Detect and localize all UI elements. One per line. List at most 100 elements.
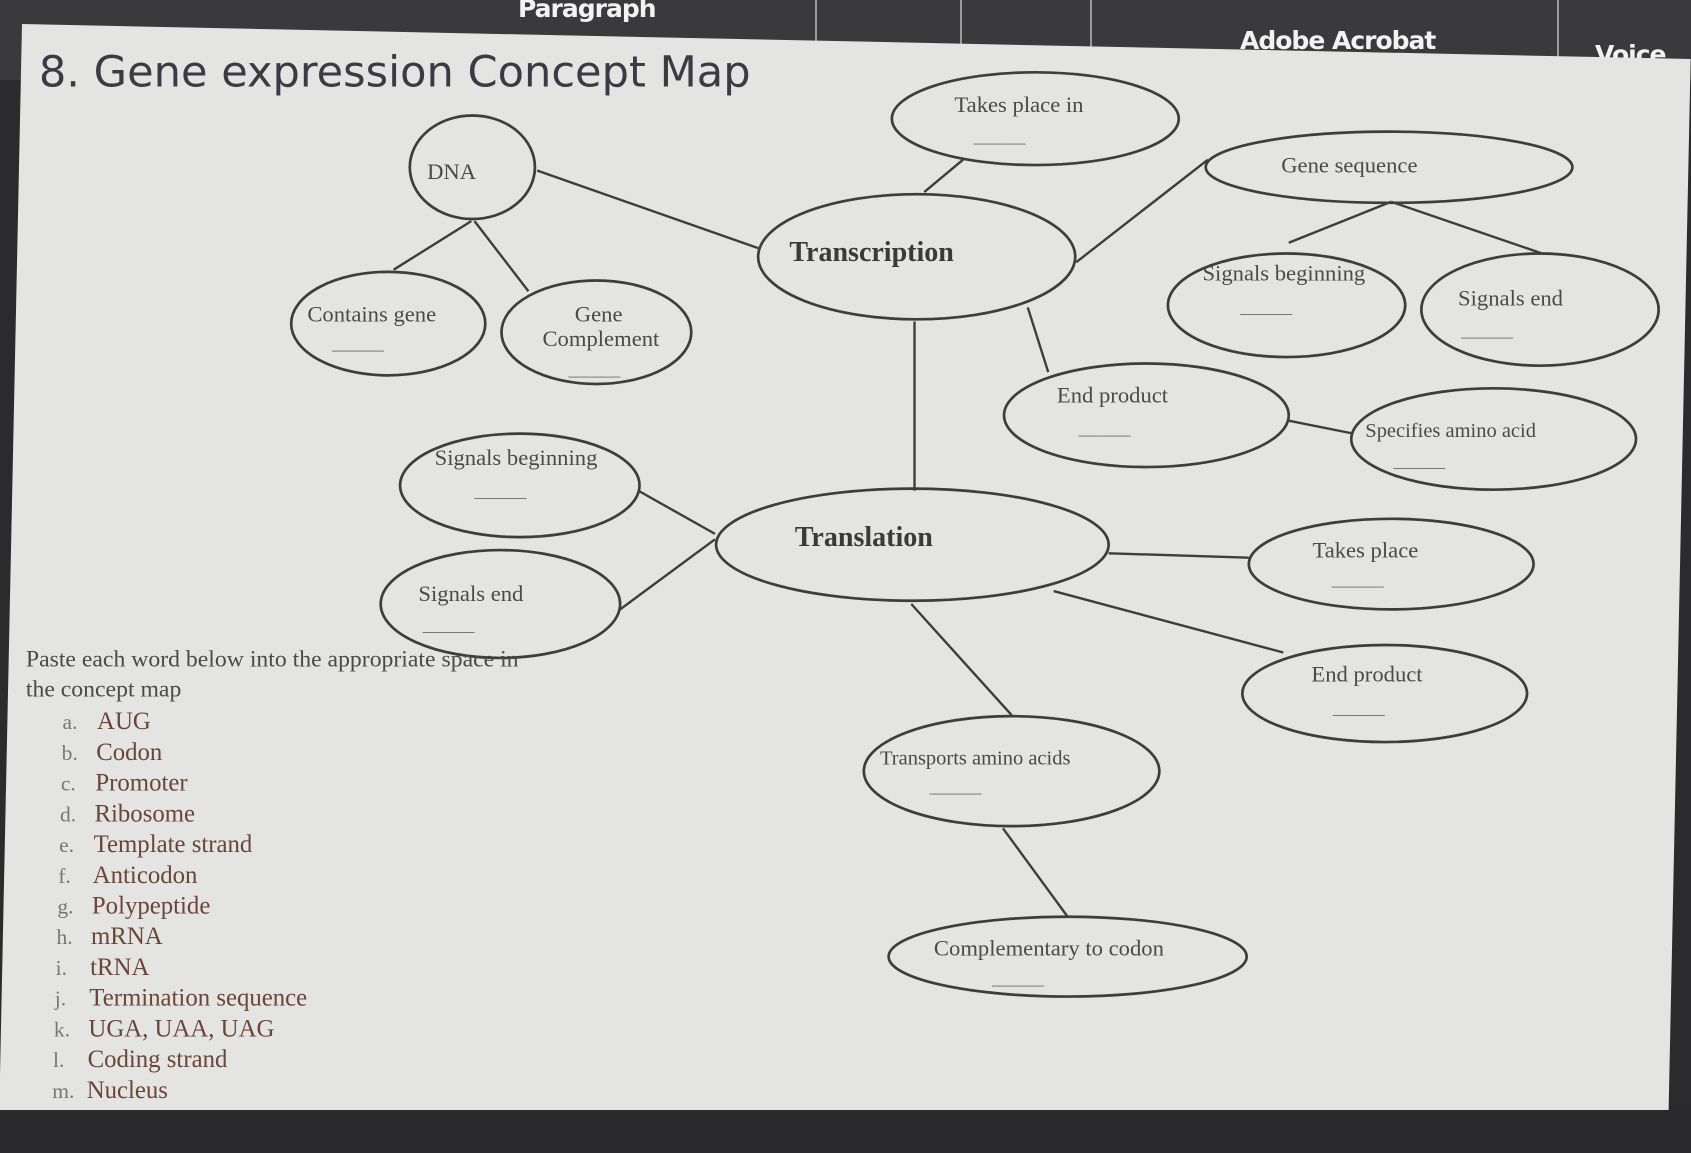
node-transports-amino-acids[interactable]: Transports amino acids ______ (862, 714, 1161, 828)
answer-blank[interactable]: ______ (991, 970, 1044, 989)
word-letter: e. (59, 833, 74, 857)
answer-blank[interactable]: ______ (1077, 420, 1130, 439)
edge-dna-contains-gene (393, 220, 472, 271)
word-letter: k. (54, 1017, 70, 1041)
node-label: Signals end (1458, 285, 1564, 310)
word-text: UGA, UAA, UAG (88, 1015, 274, 1042)
word-letter: f. (58, 864, 71, 888)
node-contains-gene[interactable]: Contains gene ______ (289, 270, 487, 377)
word-letter: a. (63, 710, 78, 734)
word-letter: c. (61, 772, 76, 796)
node-label: Signals beginning (1202, 260, 1365, 285)
word-text: Codon (96, 739, 163, 766)
word-list-item[interactable]: h. mRNA (57, 923, 163, 950)
node-label: Gene (575, 301, 623, 326)
node-label: Transcription (789, 237, 954, 268)
answer-blank[interactable]: ______ (1332, 699, 1385, 718)
edge-translation-takes-place (1108, 552, 1249, 559)
word-letter: i. (56, 956, 67, 980)
word-list-item[interactable]: b. Codon (62, 739, 163, 766)
answer-blank[interactable]: ______ (567, 360, 620, 379)
node-label: Contains gene (307, 301, 436, 326)
answer-blank[interactable]: ______ (1392, 452, 1445, 471)
node-takes-place-in[interactable]: Takes place in ______ (890, 70, 1181, 167)
node-label: DNA (427, 159, 477, 184)
word-list: a. AUG b. Codon c. Promoter d. Ribosome e. Templa… (52, 708, 307, 1104)
answer-blank[interactable]: ______ (422, 616, 475, 635)
word-text: Anticodon (93, 862, 198, 889)
word-list-item[interactable]: i. tRNA (56, 954, 150, 981)
word-text: mRNA (91, 923, 163, 950)
word-text: Ribosome (94, 800, 195, 827)
node-end-product-top[interactable]: End product ______ (1002, 362, 1291, 469)
answer-blank[interactable]: ______ (1331, 571, 1384, 590)
word-text: Nucleus (87, 1077, 168, 1104)
node-label: Takes place in (954, 92, 1083, 117)
node-signals-beginning-left[interactable]: Signals beginning ______ (398, 432, 641, 539)
word-text: Promoter (95, 770, 188, 797)
edge-transcription-end-product (1026, 307, 1050, 373)
word-text: tRNA (90, 954, 149, 981)
node-gene-complement[interactable]: Gene Complement ______ (500, 279, 693, 386)
answer-blank[interactable]: ______ (474, 482, 527, 501)
node-label: Complement (542, 326, 660, 351)
node-label: Signals beginning (435, 445, 598, 470)
answer-blank[interactable]: ______ (973, 127, 1026, 146)
answer-blank[interactable]: ______ (1460, 322, 1513, 341)
node-label: Gene sequence (1281, 153, 1417, 178)
word-text: Coding strand (88, 1046, 228, 1073)
edge-translation-transports (910, 603, 1013, 716)
word-text: Template strand (94, 831, 253, 858)
node-label: Translation (795, 522, 933, 553)
node-signals-beginning-top[interactable]: Signals beginning ______ (1166, 252, 1407, 359)
page-title: 8. Gene expression Concept Map (39, 47, 751, 97)
edge-gene-sequence-signals-beginning (1288, 200, 1392, 244)
edge-dna-gene-complement (473, 220, 530, 292)
node-label: End product (1057, 382, 1169, 407)
word-list-item[interactable]: g. Polypeptide (57, 893, 210, 920)
node-dna: DNA (408, 114, 537, 221)
word-list-item[interactable]: a. AUG (63, 708, 151, 735)
node-end-product-bottom[interactable]: End product ______ (1241, 643, 1529, 744)
edge-transcription-gene-sequence (1075, 158, 1209, 264)
edge-signals-end-translation (619, 538, 716, 611)
word-text: AUG (97, 708, 151, 735)
word-list-item[interactable]: e. Template strand (59, 831, 253, 858)
word-list-item[interactable]: c. Promoter (61, 770, 189, 797)
word-list-item[interactable]: f. Anticodon (58, 862, 198, 889)
edge-end-product-specifies (1288, 419, 1354, 435)
word-list-item[interactable]: l. Coding strand (53, 1046, 228, 1073)
word-letter: j. (54, 987, 66, 1011)
word-list-item[interactable]: d. Ribosome (60, 800, 195, 827)
node-takes-place[interactable]: Takes place ______ (1247, 517, 1535, 611)
word-text: Polypeptide (92, 893, 210, 920)
node-signals-end-left[interactable]: Signals end ______ (379, 548, 622, 660)
answer-blank[interactable]: ______ (331, 334, 384, 353)
edge-gene-sequence-signals-end (1390, 200, 1543, 255)
node-specifies-amino-acid[interactable]: Specifies amino acid ______ (1349, 386, 1638, 492)
edge-dna-transcription (536, 169, 759, 250)
node-complementary-to-codon[interactable]: Complementary to codon ______ (887, 915, 1249, 998)
word-list-item[interactable]: j. Termination sequence (54, 985, 307, 1012)
word-letter: h. (57, 925, 73, 949)
node-signals-end-top[interactable]: Signals end ______ (1420, 252, 1660, 368)
edge-signals-beginning-translation (637, 489, 716, 535)
word-list-item[interactable]: m. Nucleus (52, 1077, 168, 1104)
word-letter: g. (57, 895, 73, 919)
word-text: Termination sequence (89, 985, 307, 1012)
concept-map: 8. Gene expression Concept Map DNA Conta… (26, 47, 1660, 1104)
node-translation: Translation (714, 487, 1110, 603)
node-label: Takes place (1312, 538, 1418, 563)
word-list-item[interactable]: k. UGA, UAA, UAG (54, 1015, 275, 1042)
instructions-line-1: Paste each word below into the appropria… (26, 647, 519, 673)
word-letter: m. (52, 1079, 74, 1103)
answer-blank[interactable]: ______ (929, 778, 982, 797)
edge-transcription-takes-place-in (923, 158, 964, 193)
node-label: Signals end (418, 581, 524, 606)
edge-transports-complementary (1001, 827, 1069, 918)
edge-translation-end-product (1053, 589, 1284, 654)
node-label: End product (1311, 662, 1423, 687)
answer-blank[interactable]: ______ (1239, 298, 1292, 317)
node-label: Complementary to codon (934, 936, 1164, 961)
word-letter: d. (60, 802, 76, 826)
